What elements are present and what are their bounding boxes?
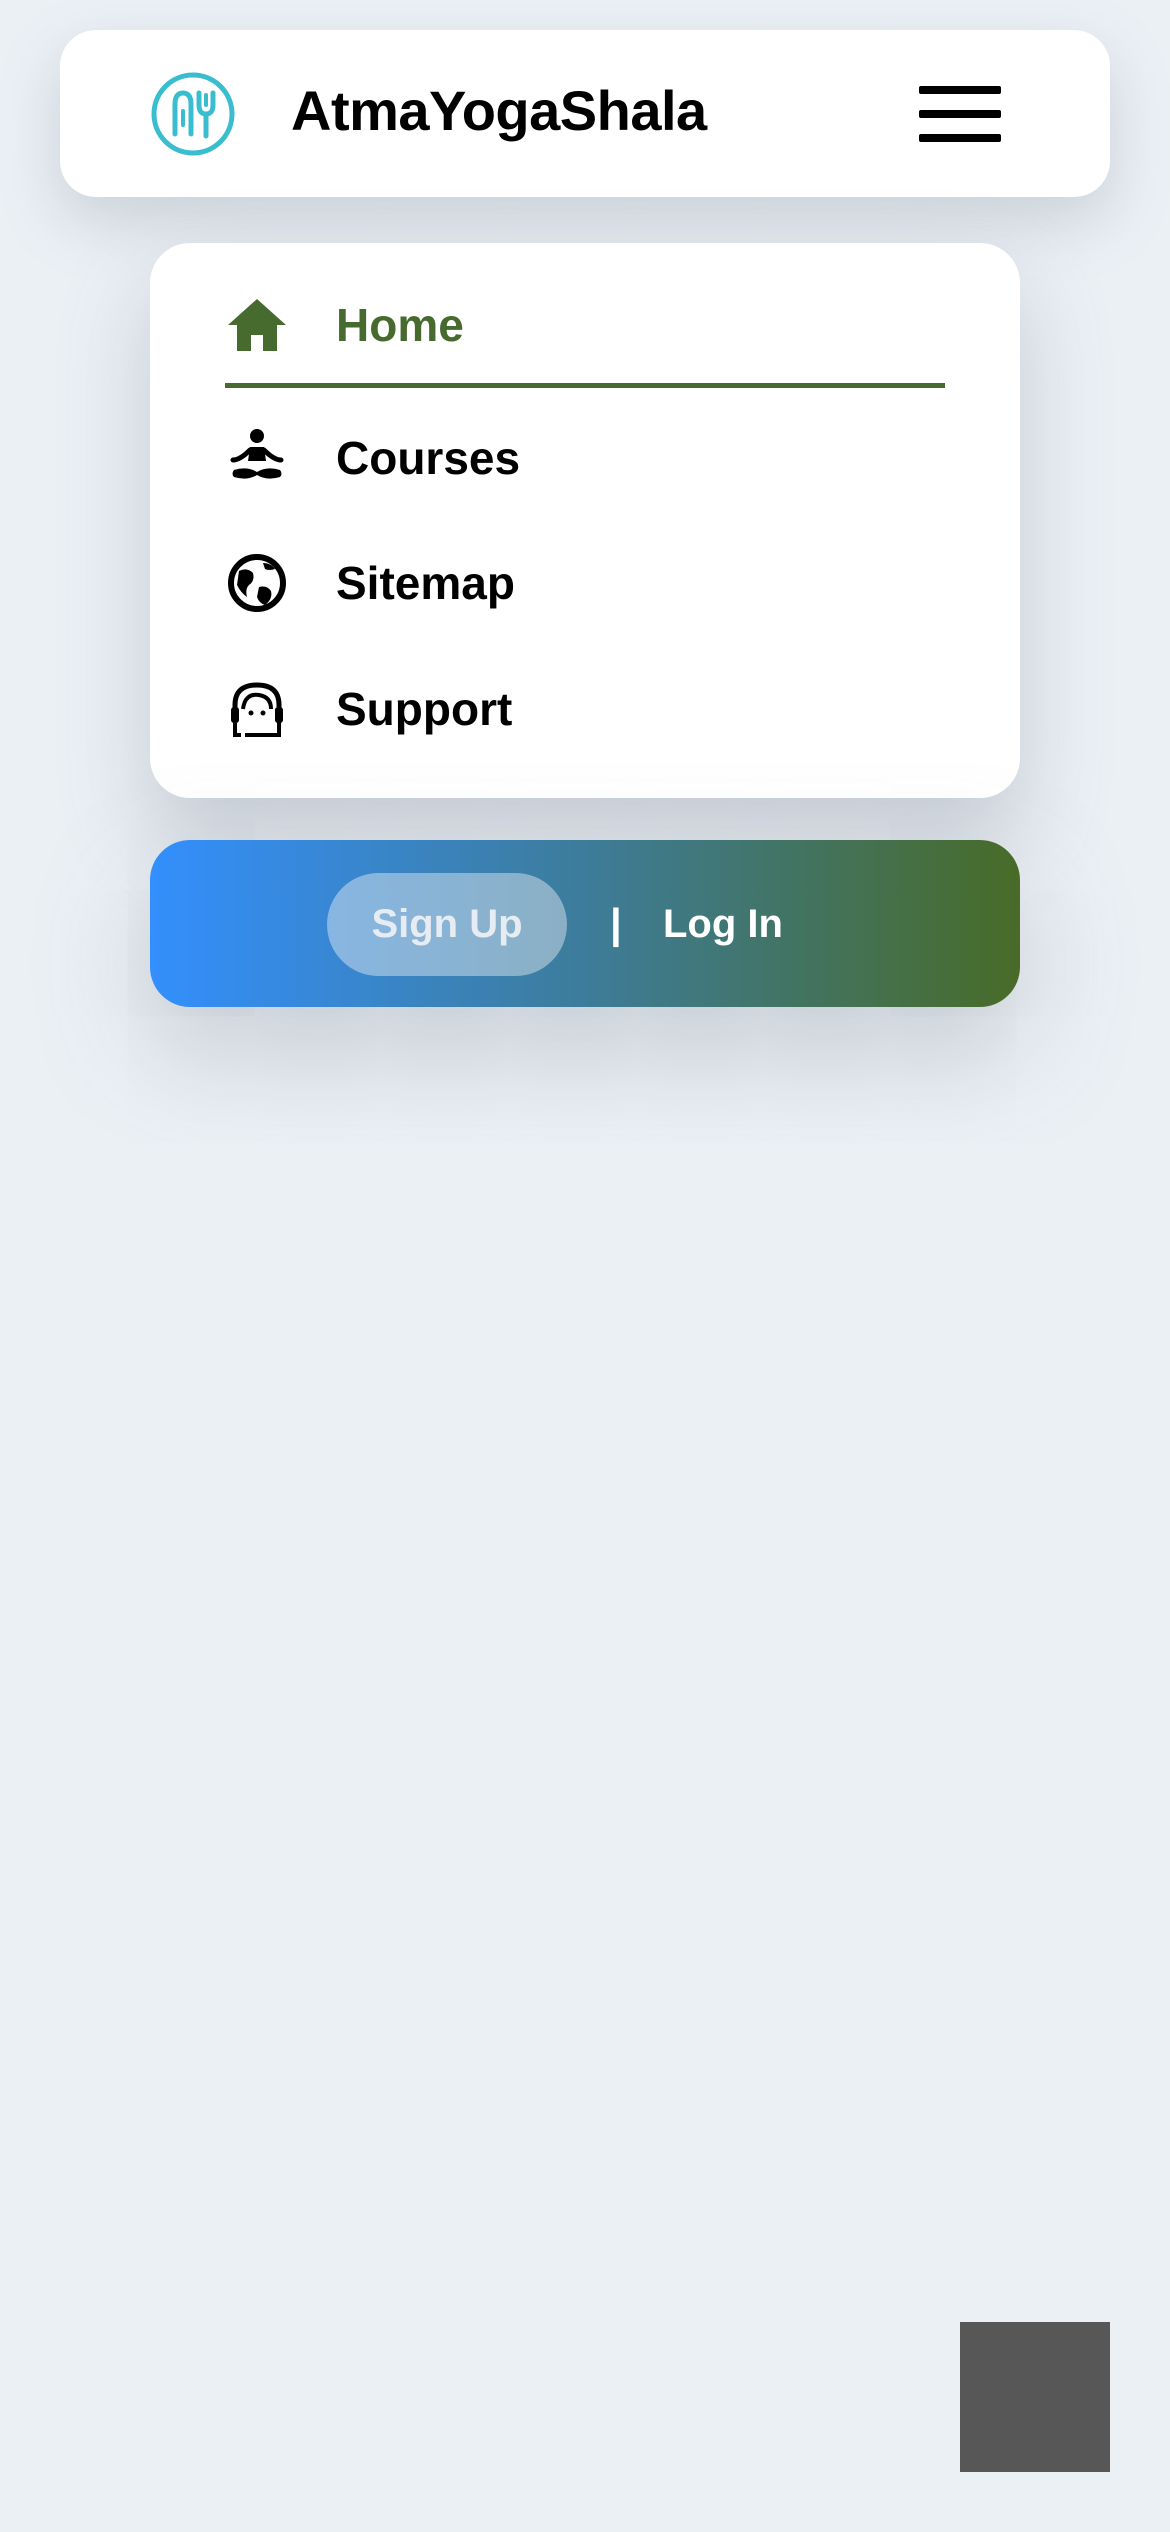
home-icon bbox=[225, 293, 289, 357]
active-indicator bbox=[225, 383, 945, 388]
login-button[interactable]: Log In bbox=[663, 904, 783, 944]
hamburger-menu-icon[interactable] bbox=[915, 78, 1007, 150]
header-bar: AtmaYogaShala bbox=[60, 30, 1110, 197]
headset-support-icon bbox=[225, 677, 289, 741]
separator: | bbox=[610, 900, 622, 947]
meditation-icon bbox=[225, 426, 289, 490]
floating-widget[interactable] bbox=[960, 2322, 1110, 2472]
nav-item-sitemap[interactable]: Sitemap bbox=[225, 551, 945, 651]
globe-icon bbox=[225, 551, 289, 615]
nav-item-support[interactable]: Support bbox=[225, 677, 945, 777]
nav-item-label: Home bbox=[336, 299, 464, 351]
nav-menu: Home Courses Sitemap Support bbox=[150, 243, 1020, 798]
brand-name[interactable]: AtmaYogaShala bbox=[291, 83, 707, 139]
signup-button[interactable]: Sign Up bbox=[327, 873, 567, 976]
nav-item-label: Courses bbox=[336, 432, 521, 484]
atma-yoga-logo-icon[interactable] bbox=[150, 71, 236, 157]
nav-item-courses[interactable]: Courses bbox=[225, 426, 945, 526]
nav-item-home[interactable]: Home bbox=[225, 293, 945, 393]
auth-bar: Sign Up | Log In bbox=[150, 840, 1020, 1007]
nav-item-label: Sitemap bbox=[336, 557, 515, 609]
nav-item-label: Support bbox=[336, 683, 513, 735]
